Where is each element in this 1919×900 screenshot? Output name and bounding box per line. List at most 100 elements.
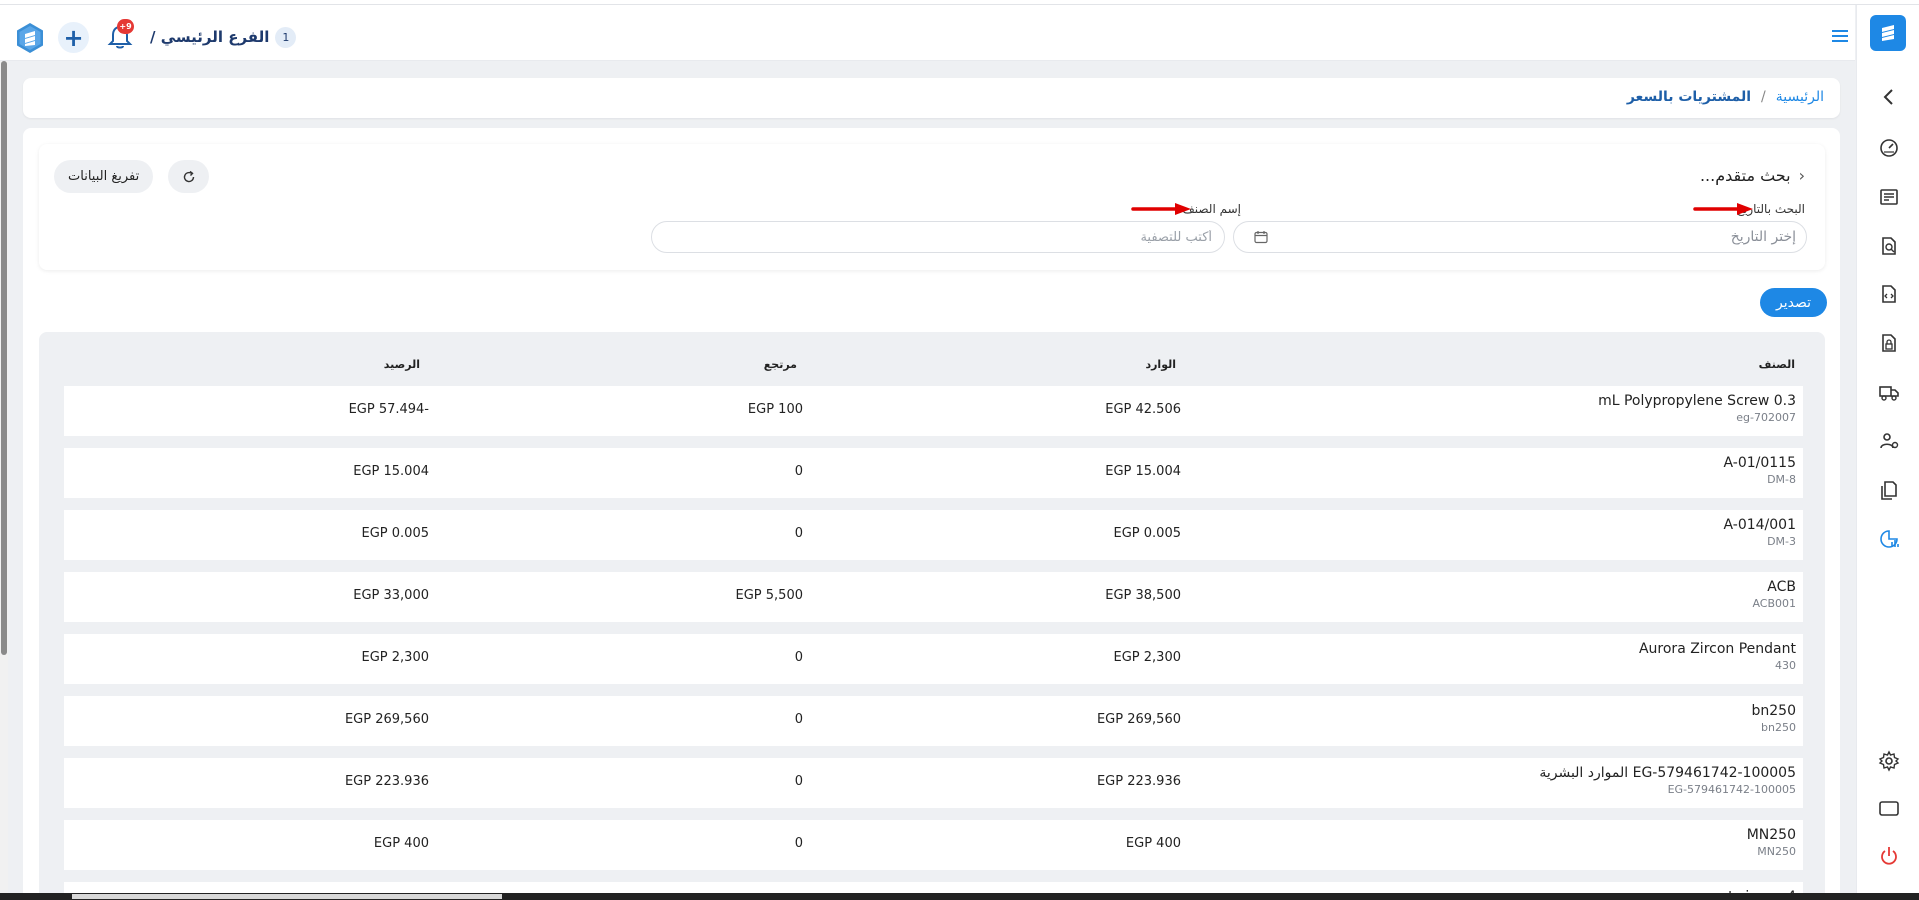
returned-value: 0 [794, 836, 803, 851]
table-row[interactable]: MN250 MN250 EGP 400 0 EGP 400 [64, 820, 1803, 870]
table-row[interactable]: ACB ACB001 EGP 38,500 EGP 5,500 EGP 33,00… [64, 572, 1803, 622]
breadcrumb: الرئيسية / المشتريات بالسعر [1627, 89, 1824, 105]
menu-icon[interactable] [1830, 27, 1850, 45]
incoming-value: EGP 269,560 [1096, 712, 1181, 727]
advanced-search-title: بحث متقدم... [1699, 166, 1791, 185]
horizontal-scrollbar[interactable] [0, 893, 1919, 900]
table-row[interactable]: A-014/001 DM-3 EGP 0.005 0 EGP 0.005 [64, 510, 1803, 560]
incoming-value: EGP 400 [1125, 836, 1181, 851]
balance-value: EGP 0.005 [361, 526, 429, 541]
annotation-arrow [1693, 203, 1753, 215]
calendar-icon [1254, 231, 1268, 244]
branch-number: 1 [275, 26, 297, 48]
breadcrumb-separator: / [1761, 89, 1766, 105]
stack-file-icon[interactable] [1876, 477, 1902, 503]
table-row[interactable]: EG-579461742-100005 الموارد البشرية EG-57… [64, 758, 1803, 808]
date-input[interactable] [1276, 229, 1796, 245]
table-row[interactable]: Aurora Zircon Pendant 430 EGP 2,300 0 EGP… [64, 634, 1803, 684]
right-sidebar [1856, 5, 1919, 900]
returned-value: EGP 100 [747, 402, 803, 417]
item-filter-input[interactable] [652, 222, 1224, 252]
annotation-arrow [1131, 203, 1191, 215]
item-code: DM-8 [1767, 473, 1796, 486]
incoming-value: EGP 42.506 [1105, 402, 1181, 417]
item-code: DM-3 [1767, 535, 1796, 548]
truck-icon[interactable] [1876, 379, 1902, 405]
scrollbar-thumb[interactable] [1, 61, 7, 655]
lock-file-icon[interactable] [1876, 330, 1902, 356]
returned-value: 0 [794, 774, 803, 789]
notification-badge: +9 [117, 19, 134, 34]
item-name: ACB [1767, 579, 1796, 595]
add-button[interactable]: + [58, 22, 89, 53]
item-code: bn250 [1761, 721, 1796, 734]
refresh-button[interactable] [168, 160, 209, 193]
item-name: A-01/0115 [1723, 455, 1796, 471]
returned-value: 0 [794, 464, 803, 479]
column-header-item[interactable]: الصنف [1759, 358, 1795, 371]
search-document-icon[interactable] [1876, 233, 1902, 259]
chart-icon[interactable] [1876, 526, 1902, 552]
column-header-returned[interactable]: مرتجع [764, 358, 797, 371]
balance-value: EGP 2,300 [361, 650, 429, 665]
balance-value: EGP 269,560 [344, 712, 429, 727]
vertical-scrollbar[interactable] [0, 61, 8, 900]
item-code: ACB001 [1752, 597, 1796, 610]
date-picker-field[interactable] [1233, 221, 1807, 253]
brand-logo-icon[interactable] [1870, 15, 1906, 51]
table-row[interactable]: bn250 bn250 EGP 269,560 0 EGP 269,560 [64, 696, 1803, 746]
window-icon[interactable] [1876, 795, 1902, 821]
branch-name: الفرع الرئيسي / [150, 28, 270, 46]
item-code: EG-579461742-100005 [1667, 783, 1796, 796]
returned-value: 0 [794, 650, 803, 665]
breadcrumb-home-link[interactable]: الرئيسية [1776, 89, 1824, 105]
breadcrumb-card: الرئيسية / المشتريات بالسعر [23, 78, 1840, 118]
code-file-icon[interactable] [1876, 281, 1902, 307]
table-header: الصنف الوارد مرتجع الرصيد [39, 332, 1825, 384]
incoming-value: EGP 0.005 [1113, 526, 1181, 541]
main-content-card: ‹ بحث متقدم... البحث بالتاريخ إسم الصنف … [23, 128, 1840, 900]
balance-value: EGP 223.936 [344, 774, 429, 789]
chevron-left-icon: ‹ [1798, 166, 1805, 185]
table-row[interactable]: A-01/0115 DM-8 EGP 15.004 0 EGP 15.004 [64, 448, 1803, 498]
clear-data-button[interactable]: تفريغ البيانات [54, 160, 154, 193]
column-header-incoming[interactable]: الوارد [1145, 358, 1176, 371]
settings-icon[interactable] [1876, 748, 1902, 774]
refresh-icon [183, 170, 194, 182]
column-header-balance[interactable]: الرصيد [384, 358, 420, 371]
item-name: bn250 [1751, 703, 1796, 719]
branch-selector[interactable]: 1 الفرع الرئيسي / [150, 25, 297, 49]
balance-value: EGP 57.494- [348, 402, 429, 417]
balance-value: EGP 15.004 [353, 464, 429, 479]
balance-value: EGP 400 [373, 836, 429, 851]
advanced-search-panel: ‹ بحث متقدم... البحث بالتاريخ إسم الصنف … [39, 144, 1825, 270]
returned-value: EGP 5,500 [735, 588, 803, 603]
returned-value: 0 [794, 526, 803, 541]
power-icon[interactable] [1876, 843, 1902, 869]
incoming-value: EGP 15.004 [1105, 464, 1181, 479]
top-header: + +9 1 الفرع الرئيسي / [0, 5, 1855, 61]
item-name: A-014/001 [1723, 517, 1796, 533]
item-code: eg-702007 [1736, 411, 1796, 424]
table-row[interactable]: mL Polypropylene Screw 0.3 eg-702007 EGP … [64, 386, 1803, 436]
incoming-value: EGP 38,500 [1105, 588, 1181, 603]
item-filter-field[interactable] [651, 221, 1225, 253]
horizontal-scrollbar-thumb[interactable] [72, 894, 502, 899]
item-name: EG-579461742-100005 الموارد البشرية [1539, 765, 1796, 781]
breadcrumb-current: المشتريات بالسعر [1626, 89, 1752, 105]
item-name: MN250 [1746, 827, 1796, 843]
incoming-value: EGP 2,300 [1113, 650, 1181, 665]
advanced-search-toggle[interactable]: ‹ بحث متقدم... [1700, 166, 1805, 185]
invoice-icon[interactable] [1876, 184, 1902, 210]
item-code: 430 [1775, 659, 1796, 672]
item-name: mL Polypropylene Screw 0.3 [1598, 393, 1796, 409]
app-logo-icon[interactable] [14, 22, 46, 54]
item-name: Aurora Zircon Pendant [1638, 641, 1796, 657]
balance-value: EGP 33,000 [353, 588, 429, 603]
speedometer-icon[interactable] [1876, 135, 1902, 161]
chevron-left-icon[interactable] [1876, 84, 1902, 110]
export-button[interactable]: تصدير [1759, 288, 1827, 317]
returned-value: 0 [794, 712, 803, 727]
users-gear-icon[interactable] [1876, 428, 1902, 454]
purchases-table: الصنف الوارد مرتجع الرصيد mL Polypropyle… [39, 332, 1825, 900]
